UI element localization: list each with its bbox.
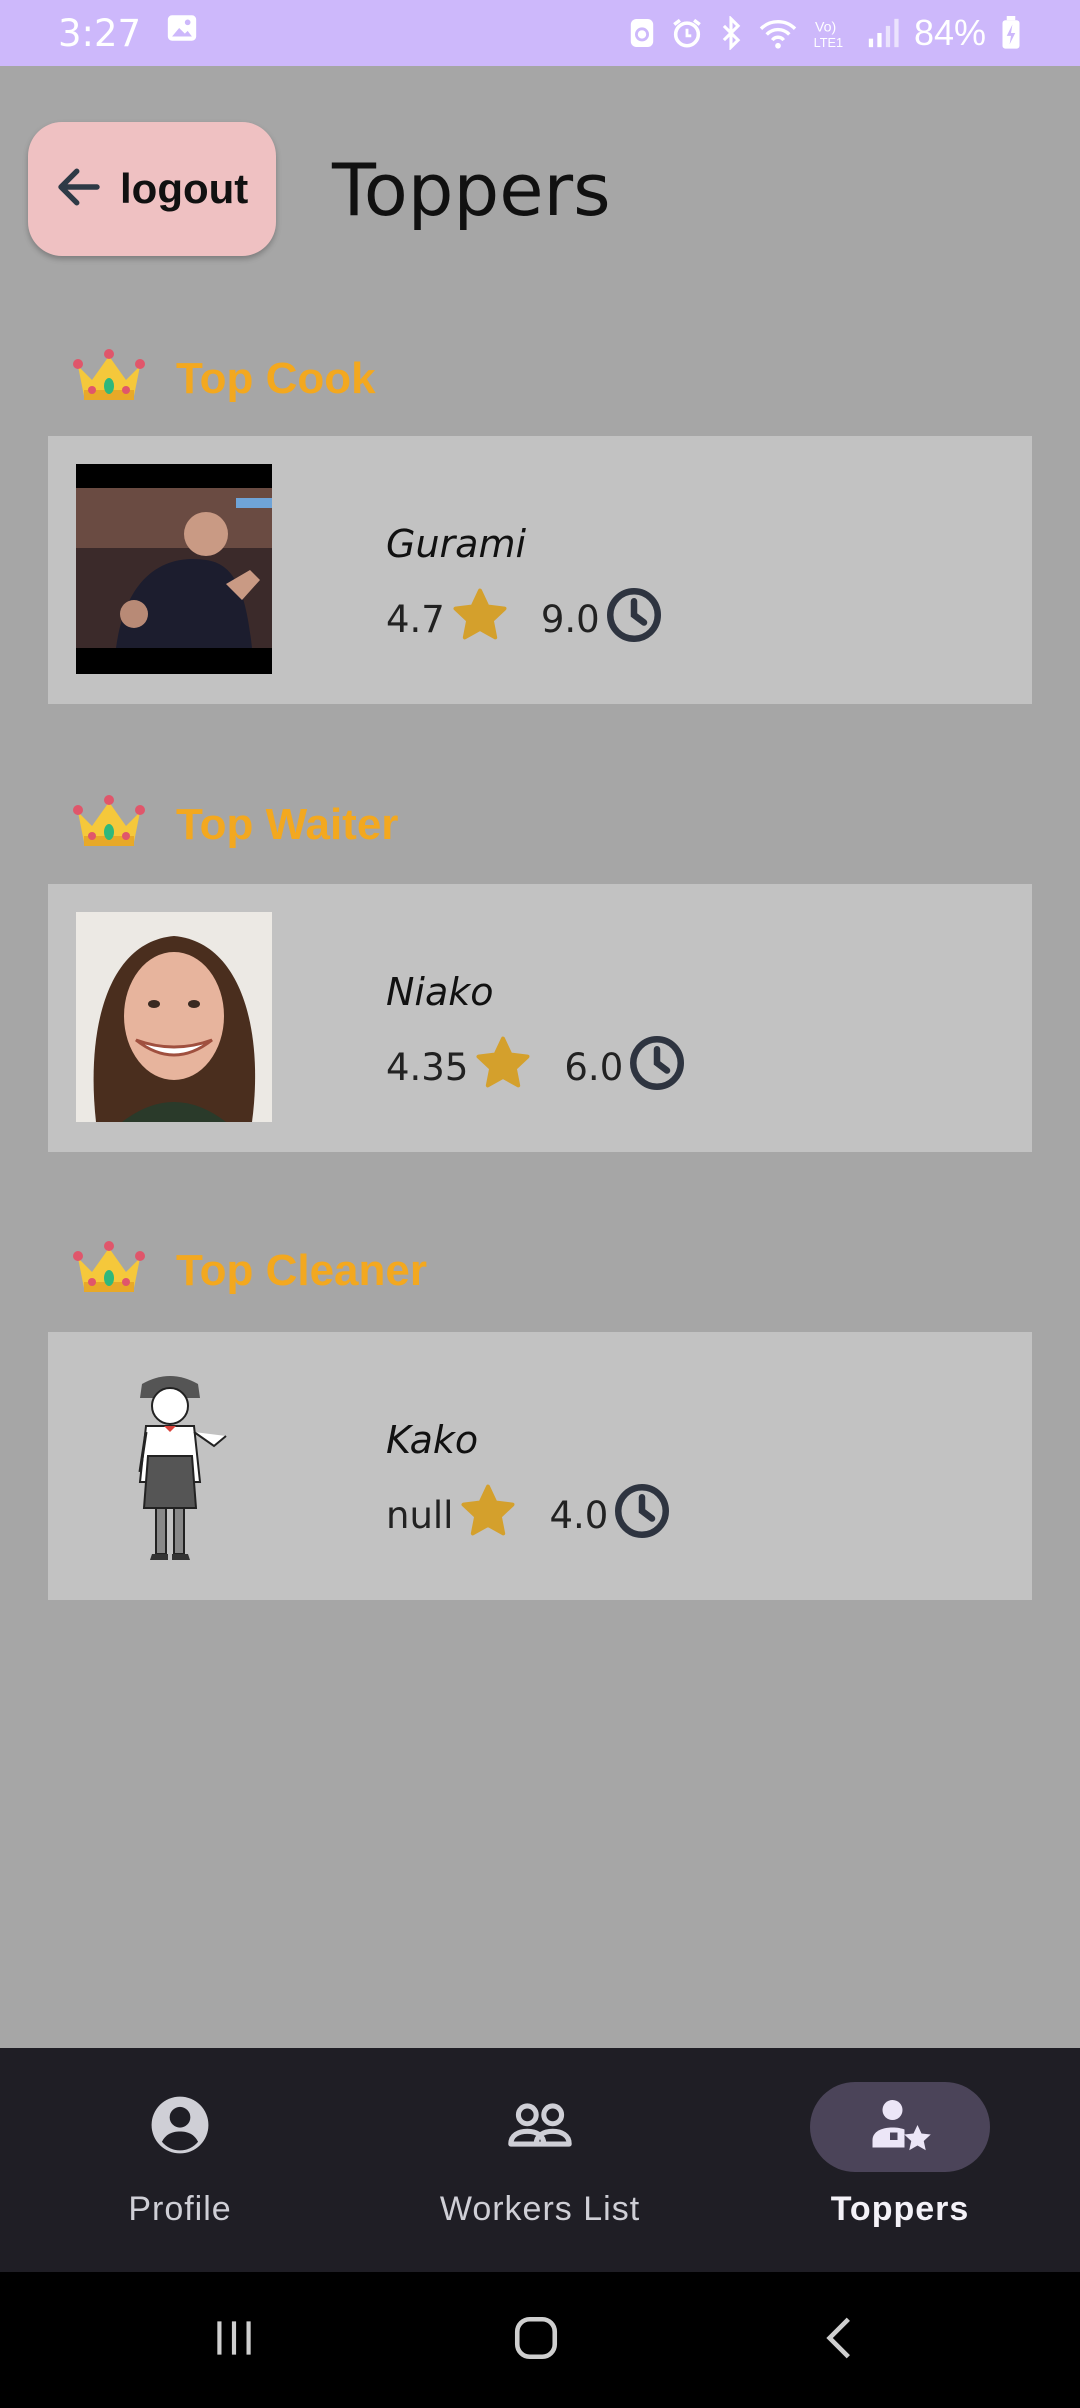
group-icon (507, 2094, 573, 2161)
status-time: 3:27 (58, 11, 142, 55)
nav-icon-container (810, 2082, 990, 2172)
page-title: Toppers (332, 148, 611, 232)
section-title: Top Cleaner (176, 1245, 428, 1295)
section-title: Top Cook (176, 353, 376, 403)
home-icon (511, 2313, 561, 2368)
nav-item-workers-list[interactable]: Workers List (360, 2048, 720, 2272)
rating-value: 4.7 (386, 598, 445, 641)
nav-label-profile: Profile (128, 2190, 232, 2228)
crown-icon (72, 346, 146, 411)
worker-photo (76, 912, 272, 1122)
topper-card-waiter[interactable]: Niako 4.35 6.0 (48, 884, 1032, 1152)
back-button[interactable] (780, 2272, 900, 2408)
hours-value: 9.0 (540, 598, 600, 641)
crown-icon (72, 1238, 146, 1303)
wifi-icon (758, 16, 798, 50)
bluetooth-icon (718, 16, 744, 50)
rating-value: 4.35 (386, 1046, 469, 1089)
account-circle-icon (149, 2094, 211, 2161)
section-title: Top Waiter (176, 799, 399, 849)
worker-name: Kako (386, 1418, 479, 1462)
nav-icon-container (90, 2082, 270, 2172)
battery-percent: 84% (913, 12, 986, 53)
worker-stats: 4.7 9.0 (386, 584, 664, 655)
svg-text:LTE1: LTE1 (814, 35, 844, 50)
section-header-top-waiter: Top Waiter (72, 792, 398, 857)
svg-text:Vo): Vo) (815, 20, 836, 36)
star-icon (472, 1032, 534, 1103)
star-icon (457, 1480, 519, 1551)
hours-value: 6.0 (564, 1046, 624, 1089)
star-icon (449, 584, 511, 655)
person-star-icon (865, 2094, 935, 2161)
worker-name: Niako (386, 970, 494, 1014)
arrow-back-icon (52, 160, 106, 219)
recycle-icon (628, 16, 656, 50)
worker-name: Gurami (386, 522, 527, 566)
nav-item-toppers[interactable]: Toppers (720, 2048, 1080, 2272)
recents-icon (209, 2313, 259, 2368)
logout-button[interactable]: logout (28, 122, 276, 256)
alarm-icon (670, 16, 704, 50)
logout-label: logout (120, 165, 249, 212)
battery-charging-icon (1000, 16, 1022, 50)
system-navigation-bar (0, 2272, 1080, 2408)
gallery-notification-icon (165, 11, 199, 55)
nav-label-workers-list: Workers List (439, 2190, 641, 2228)
signal-icon (866, 16, 900, 50)
status-bar: 3:27 Vo) LTE1 84% (0, 0, 1080, 66)
bottom-navigation: Profile Workers List Toppers (0, 2048, 1080, 2272)
volte-icon: Vo) LTE1 (812, 16, 852, 50)
clock-icon (612, 1481, 672, 1550)
nav-icon-container (450, 2082, 630, 2172)
crown-icon (72, 792, 146, 857)
recents-button[interactable] (174, 2272, 294, 2408)
worker-stats: null 4.0 (386, 1480, 672, 1551)
rating-value: null (386, 1494, 454, 1537)
section-header-top-cleaner: Top Cleaner (72, 1238, 427, 1303)
home-button[interactable] (476, 2272, 596, 2408)
topper-card-cook[interactable]: Gurami 4.7 9.0 (48, 436, 1032, 704)
worker-photo (76, 464, 272, 674)
section-header-top-cook: Top Cook (72, 346, 376, 411)
nav-item-profile[interactable]: Profile (0, 2048, 360, 2272)
hours-value: 4.0 (549, 1494, 609, 1537)
back-icon (815, 2313, 865, 2368)
clock-icon (627, 1033, 687, 1102)
nav-label-toppers: Toppers (830, 2190, 970, 2228)
topper-card-cleaner[interactable]: Kako null 4.0 (48, 1332, 1032, 1600)
worker-photo (76, 1360, 272, 1570)
clock-icon (604, 585, 664, 654)
worker-stats: 4.35 6.0 (386, 1032, 687, 1103)
